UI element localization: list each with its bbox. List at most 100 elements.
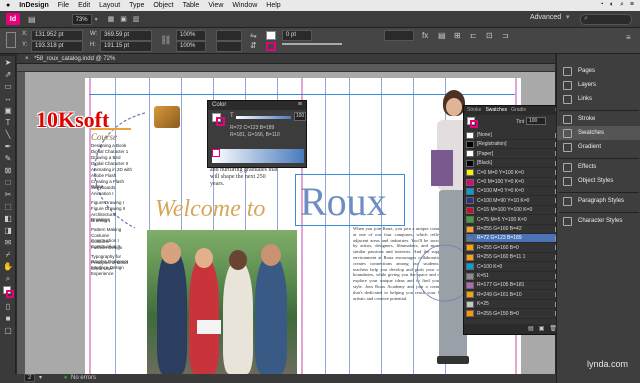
tab-swatches[interactable]: Swatches: [485, 106, 507, 115]
swatch-row[interactable]: C=100 K=0: [466, 263, 560, 272]
search-input[interactable]: ⌕: [580, 14, 632, 25]
constrain-proportions-icon[interactable]: ⛓: [160, 35, 171, 46]
swatch-row[interactable]: R=255 G=160 B=11 1: [466, 253, 560, 263]
dock-item-stroke[interactable]: Stroke: [557, 112, 640, 126]
flip-vertical-icon[interactable]: ⇵: [250, 41, 257, 50]
free-transform-tool-icon[interactable]: ⬚: [3, 202, 13, 212]
welcome-heading[interactable]: Welcome to: [155, 196, 265, 223]
swatch-row[interactable]: K=25: [466, 300, 560, 310]
x-field[interactable]: 131.952 pt: [31, 30, 83, 41]
new-swatch-icon[interactable]: ▣: [539, 324, 545, 334]
swatch-row[interactable]: C=75 M=5 Y=100 K=0: [466, 216, 560, 225]
hand-tool-icon[interactable]: ✋: [3, 262, 13, 272]
swatch-row[interactable]: R=72 G=123 B=189: [466, 234, 560, 244]
menu-object[interactable]: Object: [153, 2, 173, 9]
stroke-swatch[interactable]: [470, 120, 478, 128]
shear-field[interactable]: [216, 41, 242, 52]
chevron-down-icon[interactable]: ▾: [95, 16, 98, 23]
y-field[interactable]: 193.318 pt: [31, 41, 83, 52]
close-icon[interactable]: ×: [25, 56, 29, 62]
students-photo[interactable]: [147, 230, 297, 374]
type-tool-icon[interactable]: T: [3, 118, 13, 128]
stroke-swatch[interactable]: [266, 42, 276, 51]
tab-stroke[interactable]: Stroke: [467, 106, 481, 115]
gradient-feather-tool-icon[interactable]: ◨: [3, 226, 13, 236]
none-swatch-icon[interactable]: [212, 149, 220, 157]
swatch-row[interactable]: R=255 G=160 B=0: [466, 244, 560, 253]
height-field[interactable]: 191.15 pt: [100, 41, 152, 52]
workspace-switcher[interactable]: Advanced: [530, 14, 561, 21]
volume-icon[interactable]: ◐: [610, 1, 614, 9]
scale-y-field[interactable]: 100%: [176, 41, 206, 52]
swatch-row[interactable]: R=249 G=161 B=10: [466, 291, 560, 300]
drop-shadow-icon[interactable]: fx: [422, 31, 428, 40]
text-wrap-icon[interactable]: ▤: [438, 31, 446, 40]
flip-horizontal-icon[interactable]: ⇋: [250, 31, 257, 40]
dock-item-gradient[interactable]: Gradient: [557, 140, 640, 154]
vertical-ruler[interactable]: [17, 72, 25, 374]
new-color-group-icon[interactable]: ▤: [528, 324, 534, 334]
rectangle-tool-icon[interactable]: □: [3, 178, 13, 188]
workspace-chevron-icon[interactable]: ▾: [566, 13, 570, 21]
menu-file[interactable]: File: [58, 2, 69, 9]
apple-icon[interactable]: ●: [6, 2, 10, 9]
gap-tool-icon[interactable]: ↔: [3, 94, 13, 104]
swatch-row[interactable]: [Paper]: [466, 150, 560, 159]
tab-gradient[interactable]: Gradie: [511, 106, 526, 115]
menu-table[interactable]: Table: [183, 2, 200, 9]
chevron-down-icon[interactable]: ▾: [39, 375, 42, 381]
wifi-icon[interactable]: ◔: [600, 1, 604, 9]
line-tool-icon[interactable]: ╲: [3, 130, 13, 140]
document-tab[interactable]: × *58_roux_catalog.indd @ 72%: [17, 54, 555, 64]
swatch-row[interactable]: C=100 M=90 Y=10 K=0: [466, 197, 560, 206]
page-tool-icon[interactable]: ▭: [3, 82, 13, 92]
swatch-row[interactable]: R=255 G=160 B=42: [466, 225, 560, 234]
stroke-type-selector[interactable]: [282, 43, 342, 45]
menu-edit[interactable]: Edit: [78, 2, 90, 9]
swatch-row[interactable]: C=100 M=0 Y=0 K=0: [466, 187, 560, 197]
tint-field[interactable]: 100: [526, 117, 546, 125]
dock-item-layers[interactable]: Layers: [557, 78, 640, 92]
opacity-field[interactable]: [384, 30, 414, 41]
list-icon[interactable]: ≡: [630, 1, 634, 9]
width-field[interactable]: 369.59 pt: [100, 30, 152, 41]
direct-selection-tool-icon[interactable]: ⇗: [3, 70, 13, 80]
swatch-row[interactable]: C=15 M=100 Y=100 K=0: [466, 206, 560, 216]
color-panel-titlebar[interactable]: Color ≡: [208, 101, 306, 110]
content-collector-icon[interactable]: ▣: [3, 106, 13, 116]
gradient-tool-icon[interactable]: ◧: [3, 214, 13, 224]
menu-type[interactable]: Type: [129, 2, 144, 9]
rectangle-frame-tool-icon[interactable]: ⊠: [3, 166, 13, 176]
bridge-icon[interactable]: ▤: [28, 15, 36, 24]
swatch-row[interactable]: [Registration]: [466, 140, 560, 150]
search-icon[interactable]: ⌕: [620, 1, 624, 9]
tint-slider[interactable]: [236, 116, 291, 119]
horizontal-ruler[interactable]: [17, 64, 555, 72]
view-options-icon[interactable]: ▦: [108, 15, 115, 23]
stroke-weight-field[interactable]: 0 pt: [282, 30, 312, 41]
dock-item-links[interactable]: Links: [557, 92, 640, 106]
fill-swatch[interactable]: [266, 31, 276, 40]
dock-item-object-styles[interactable]: Object Styles: [557, 174, 640, 188]
dock-item-swatches[interactable]: Swatches: [557, 126, 640, 140]
swatch-row[interactable]: R=255 G=150 B=0: [466, 310, 560, 319]
eyedropper-tool-icon[interactable]: ⌿: [3, 250, 13, 260]
menu-view[interactable]: View: [208, 2, 223, 9]
dock-item-character-styles[interactable]: Character Styles: [557, 214, 640, 228]
menu-app-name[interactable]: InDesign: [19, 2, 49, 9]
swatch-row[interactable]: [Black]: [466, 159, 560, 169]
fitting-icon[interactable]: ⊞: [454, 31, 461, 40]
screen-mode-icon[interactable]: ▢: [3, 326, 13, 336]
dock-item-paragraph-styles[interactable]: Paragraph Styles: [557, 194, 640, 208]
swatch-row[interactable]: C=0 M=100 Y=0 K=0: [466, 178, 560, 187]
fill-stroke-icon[interactable]: [3, 286, 14, 300]
align-left-icon[interactable]: ⊏: [470, 31, 477, 40]
scale-x-field[interactable]: 100%: [176, 30, 206, 41]
screen-mode-icon[interactable]: ▣: [120, 15, 127, 23]
swatch-row[interactable]: C=0 M=0 Y=100 K=0: [466, 169, 560, 178]
stroke-swatch[interactable]: [216, 117, 225, 126]
preflight-status-icon[interactable]: ●: [64, 375, 68, 381]
tint-field[interactable]: 100: [294, 112, 306, 121]
selected-text-frame[interactable]: [295, 174, 405, 226]
align-right-icon[interactable]: ⊐: [502, 31, 509, 40]
